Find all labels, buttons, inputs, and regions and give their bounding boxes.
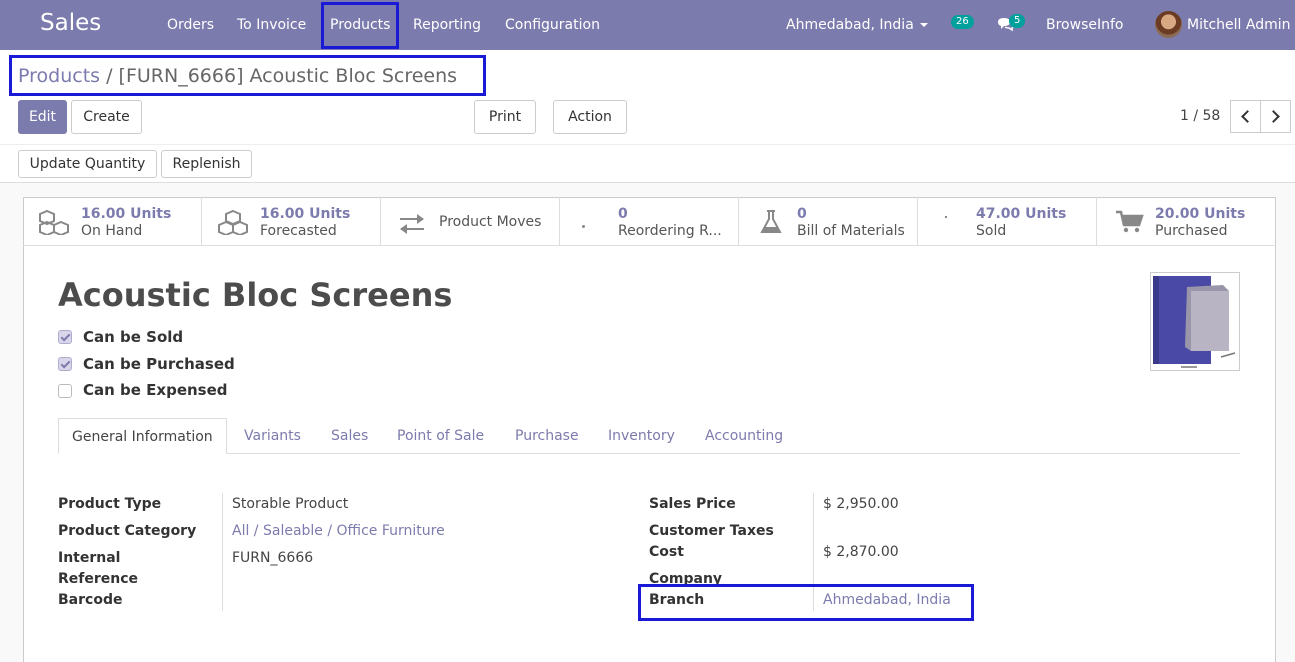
smart-buttons-bar: 16.00 Units On Hand 16.00 Units Forecast… <box>23 197 1276 246</box>
sold-value: 47.00 Units <box>976 206 1067 222</box>
stat-bill-of-materials[interactable]: 0 Bill of Materials <box>739 197 918 245</box>
tab-inventory[interactable]: Inventory <box>608 418 675 454</box>
tab-variants[interactable]: Variants <box>244 418 301 454</box>
exchange-icon <box>400 214 424 234</box>
flask-icon <box>760 210 782 233</box>
product-moves-label: Product Moves <box>439 214 542 230</box>
refresh-icon <box>582 225 585 228</box>
can-be-expensed-label: Can be Expensed <box>83 381 228 399</box>
header-divider <box>0 144 1295 145</box>
message-count-badge: 5 <box>1009 14 1026 28</box>
replenish-button[interactable]: Replenish <box>161 150 252 178</box>
top-navbar: Sales Orders To Invoice Products Reporti… <box>0 0 1295 50</box>
stat-on-hand[interactable]: 16.00 Units On Hand <box>23 197 202 245</box>
bom-label: Bill of Materials <box>797 223 905 239</box>
on-hand-label: On Hand <box>81 223 143 239</box>
left-group-divider <box>222 493 223 611</box>
branch-switcher-label: Ahmedabad, India <box>786 17 914 33</box>
reordering-value: 0 <box>618 206 628 222</box>
purchased-label: Purchased <box>1155 223 1228 239</box>
reordering-label: Reordering R... <box>618 223 722 239</box>
tab-purchase[interactable]: Purchase <box>515 418 579 454</box>
product-category-label: Product Category <box>58 523 197 539</box>
barcode-label: Barcode <box>58 592 123 608</box>
branch-field-highlight <box>638 584 974 621</box>
print-button[interactable]: Print <box>474 100 536 134</box>
sales-price-label: Sales Price <box>649 496 736 512</box>
bom-value: 0 <box>797 206 807 222</box>
internal-reference-value[interactable]: FURN_6666 <box>232 550 313 566</box>
cubes-icon <box>39 209 69 235</box>
internal-reference-label-line1: Internal <box>58 550 121 566</box>
branch-switcher[interactable]: Ahmedabad, India <box>786 0 928 50</box>
forecasted-value: 16.00 Units <box>260 206 351 222</box>
messages-button[interactable]: 5 <box>997 14 1031 36</box>
product-name[interactable]: Acoustic Bloc Screens <box>58 276 452 314</box>
create-button[interactable]: Create <box>71 100 142 134</box>
app-title[interactable]: Sales <box>40 10 101 36</box>
caret-down-icon <box>919 23 928 27</box>
tab-accounting[interactable]: Accounting <box>705 418 783 454</box>
user-avatar[interactable] <box>1155 11 1182 38</box>
breadcrumb-highlight <box>9 55 486 96</box>
company-switcher[interactable]: BrowseInfo <box>1046 0 1123 50</box>
pager-next-button[interactable] <box>1260 100 1291 133</box>
cart-icon <box>1116 210 1144 233</box>
stat-sold[interactable]: 47.00 Units Sold <box>918 197 1097 245</box>
can-be-expensed-checkbox[interactable] <box>58 384 72 398</box>
user-menu[interactable]: Mitchell Admin <box>1187 0 1291 50</box>
action-button[interactable]: Action <box>553 100 627 134</box>
cost-label: Cost <box>649 544 684 560</box>
customer-taxes-label: Customer Taxes <box>649 523 774 539</box>
tab-point-of-sale[interactable]: Point of Sale <box>397 418 484 454</box>
pager-value[interactable]: 1 / 58 <box>1180 108 1220 124</box>
chevron-right-icon <box>1267 110 1280 123</box>
menu-configuration[interactable]: Configuration <box>505 0 600 50</box>
can-be-purchased-checkbox[interactable] <box>58 357 72 371</box>
menu-reporting[interactable]: Reporting <box>413 0 481 50</box>
product-type-value[interactable]: Storable Product <box>232 496 348 512</box>
sales-price-value[interactable]: $ 2,950.00 <box>823 496 899 512</box>
notebook-tabs: General Information Variants Sales Point… <box>58 418 1240 454</box>
stat-purchased[interactable]: 20.00 Units Purchased <box>1097 197 1276 245</box>
tab-sales[interactable]: Sales <box>331 418 368 454</box>
product-picture <box>1153 276 1236 368</box>
tab-general-information[interactable]: General Information <box>58 418 227 454</box>
stat-product-moves[interactable]: Product Moves <box>381 197 560 245</box>
stat-reordering-rules[interactable]: 0 Reordering R... <box>560 197 739 245</box>
cost-value[interactable]: $ 2,870.00 <box>823 544 899 560</box>
update-quantity-button[interactable]: Update Quantity <box>18 150 157 178</box>
can-be-purchased-label: Can be Purchased <box>83 355 235 373</box>
products-menu-highlight <box>321 2 399 49</box>
internal-reference-label-line2: Reference <box>58 571 139 587</box>
on-hand-value: 16.00 Units <box>81 206 172 222</box>
can-be-sold-label: Can be Sold <box>83 328 184 346</box>
pager-previous-button[interactable] <box>1230 100 1261 133</box>
forecasted-label: Forecasted <box>260 223 337 239</box>
product-category-link[interactable]: All / Saleable / Office Furniture <box>232 523 445 539</box>
signal-icon <box>945 216 947 218</box>
stat-forecasted[interactable]: 16.00 Units Forecasted <box>202 197 381 245</box>
edit-button[interactable]: Edit <box>18 100 67 134</box>
activity-count-badge: 26 <box>951 15 974 29</box>
product-image[interactable] <box>1150 272 1240 371</box>
purchased-value: 20.00 Units <box>1155 206 1246 222</box>
activity-button[interactable]: 26 <box>950 14 978 36</box>
chevron-left-icon <box>1241 110 1254 123</box>
cubes-icon <box>218 209 248 235</box>
menu-orders[interactable]: Orders <box>167 0 214 50</box>
product-type-label: Product Type <box>58 496 162 512</box>
can-be-sold-checkbox[interactable] <box>58 330 72 344</box>
menu-to-invoice[interactable]: To Invoice <box>237 0 306 50</box>
sold-label: Sold <box>976 223 1007 239</box>
